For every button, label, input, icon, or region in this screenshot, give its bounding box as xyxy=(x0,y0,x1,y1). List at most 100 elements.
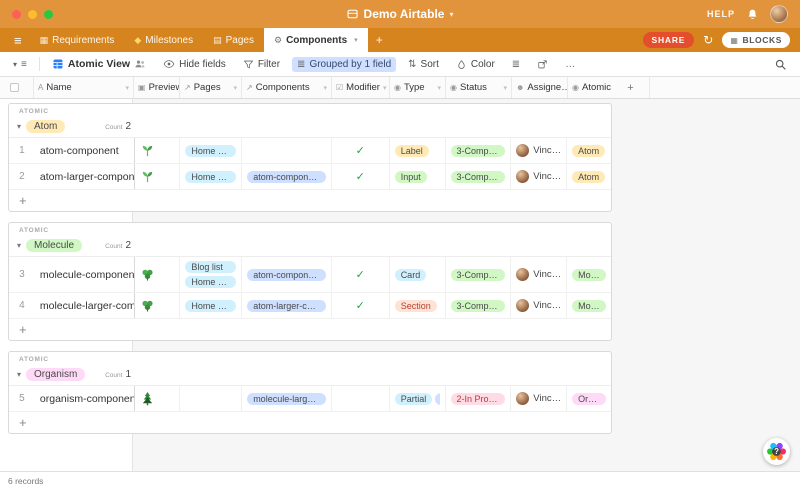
add-field-button[interactable]: + xyxy=(612,77,650,98)
share-view-button[interactable] xyxy=(532,57,553,72)
column-caret-icon[interactable]: ▾ xyxy=(233,84,237,92)
add-table-button[interactable]: + xyxy=(368,28,391,52)
name-cell[interactable]: atom-larger-component xyxy=(35,164,135,189)
components-cell[interactable]: atom-component xyxy=(242,164,332,189)
collapse-group-icon[interactable]: ▾ xyxy=(17,241,21,250)
tab-pages[interactable]: ▤ Pages xyxy=(203,28,264,52)
pages-cell[interactable]: Home Page xyxy=(180,164,243,189)
type-cell[interactable]: Partial Banner xyxy=(390,386,446,411)
column-caret-icon[interactable]: ▾ xyxy=(437,84,441,92)
add-record-button[interactable]: + xyxy=(9,319,611,340)
add-record-button[interactable]: + xyxy=(9,190,611,211)
table-row[interactable]: 2 atom-larger-component Home Page atom-c… xyxy=(9,164,611,190)
assignee-cell[interactable]: Vince M… xyxy=(511,293,568,318)
column-caret-icon[interactable]: ▾ xyxy=(503,84,507,92)
status-cell[interactable]: 3-Complete xyxy=(446,257,512,292)
select-all-checkbox[interactable] xyxy=(10,83,19,92)
pages-cell[interactable]: Home Page xyxy=(180,293,243,318)
zoom-window-button[interactable] xyxy=(44,9,53,19)
blocks-button[interactable]: ▦ BLOCKS xyxy=(722,32,790,48)
color-button[interactable]: Color xyxy=(451,57,500,72)
view-switcher[interactable]: Atomic View xyxy=(47,56,151,72)
group-button[interactable]: ≣ Grouped by 1 field xyxy=(292,56,397,72)
name-cell[interactable]: atom-component xyxy=(35,138,135,163)
column-caret-icon[interactable]: ▾ xyxy=(323,84,327,92)
type-cell[interactable]: Label xyxy=(390,138,446,163)
modifier-cell[interactable]: ✓ xyxy=(332,293,390,318)
more-options-button[interactable]: … xyxy=(560,57,580,72)
pages-cell[interactable] xyxy=(180,386,243,411)
view-sidebar-toggle[interactable]: ▾ ≡ xyxy=(8,57,32,72)
help-link[interactable]: HELP xyxy=(707,9,735,19)
preview-cell[interactable] xyxy=(135,293,181,318)
column-header-components[interactable]: ↗ Components ▾ xyxy=(242,77,332,98)
collapse-group-icon[interactable]: ▾ xyxy=(17,122,21,131)
collapse-group-icon[interactable]: ▾ xyxy=(17,370,21,379)
atomic-cell[interactable]: Atom xyxy=(567,138,611,163)
components-cell[interactable]: molecule-larger-component xyxy=(242,386,332,411)
close-window-button[interactable] xyxy=(12,9,21,19)
column-header-modifier[interactable]: ☑ Modifier ▾ xyxy=(332,77,390,98)
components-cell[interactable]: atom-component xyxy=(242,257,332,292)
hamburger-menu-icon[interactable]: ≡ xyxy=(6,28,30,52)
add-record-button[interactable]: + xyxy=(9,412,611,433)
sort-button[interactable]: ⇅ Sort xyxy=(403,57,444,72)
atomic-cell[interactable]: Molecule xyxy=(567,293,611,318)
tab-menu-caret-icon[interactable]: ▾ xyxy=(354,36,358,44)
user-avatar[interactable] xyxy=(770,5,788,23)
table-row[interactable]: 1 atom-component Home Page ✓ Label 3-Com… xyxy=(9,138,611,164)
assignee-cell[interactable]: Vince M… xyxy=(511,386,568,411)
help-flower-button[interactable]: ? xyxy=(763,438,790,465)
name-cell[interactable]: molecule-larger-component xyxy=(35,293,135,318)
status-cell[interactable]: 3-Complete xyxy=(446,293,512,318)
atomic-cell[interactable]: Molecule xyxy=(567,257,611,292)
pages-cell[interactable]: Home Page xyxy=(180,138,243,163)
table-row[interactable]: 5 organism-component molecule-larger-com… xyxy=(9,386,611,412)
tab-milestones[interactable]: ◆ Milestones xyxy=(124,28,203,52)
assignee-cell[interactable]: Vince M… xyxy=(511,138,568,163)
modifier-cell[interactable]: ✓ xyxy=(332,164,390,189)
column-header-assign[interactable]: ☻ Assigne… ▾ xyxy=(512,77,568,98)
name-cell[interactable]: molecule-component xyxy=(35,257,135,292)
column-header-status[interactable]: ◉ Status ▾ xyxy=(446,77,512,98)
table-row[interactable]: 4 molecule-larger-component Home Page at… xyxy=(9,293,611,319)
share-button[interactable]: SHARE xyxy=(642,32,695,48)
atomic-cell[interactable]: Organism xyxy=(567,386,611,411)
status-cell[interactable]: 3-Complete xyxy=(446,138,512,163)
column-header-pages[interactable]: ↗ Pages ▾ xyxy=(180,77,242,98)
status-cell[interactable]: 3-Complete xyxy=(446,164,512,189)
preview-cell[interactable] xyxy=(135,164,181,189)
name-cell[interactable]: organism-component xyxy=(35,386,135,411)
base-menu-caret-icon[interactable]: ▾ xyxy=(449,10,453,19)
tab-components[interactable]: ⚙ Components ▾ xyxy=(263,28,368,52)
preview-cell[interactable] xyxy=(135,386,181,411)
atomic-cell[interactable]: Atom xyxy=(567,164,611,189)
assignee-cell[interactable]: Vince M… xyxy=(511,164,568,189)
components-cell[interactable] xyxy=(242,138,332,163)
minimize-window-button[interactable] xyxy=(28,9,37,19)
preview-cell[interactable] xyxy=(135,257,181,292)
tab-requirements[interactable]: ▦ Requirements xyxy=(30,28,125,52)
assignee-cell[interactable]: Vince M… xyxy=(511,257,568,292)
modifier-cell[interactable] xyxy=(332,386,390,411)
modifier-cell[interactable]: ✓ xyxy=(332,138,390,163)
bell-icon[interactable] xyxy=(746,8,759,21)
filter-button[interactable]: Filter xyxy=(238,57,285,72)
pages-cell[interactable]: Blog list Home Page xyxy=(180,257,243,292)
column-header-name[interactable]: A Name ▾ xyxy=(34,77,134,98)
column-caret-icon[interactable]: ▾ xyxy=(125,84,129,92)
status-cell[interactable]: 2-In Progress xyxy=(446,386,512,411)
search-button[interactable] xyxy=(769,56,792,73)
modifier-cell[interactable]: ✓ xyxy=(332,257,390,292)
type-cell[interactable]: Card xyxy=(390,257,446,292)
table-row[interactable]: 3 molecule-component Blog list Home Page… xyxy=(9,257,611,293)
components-cell[interactable]: atom-larger-component xyxy=(242,293,332,318)
history-icon[interactable]: ↻ xyxy=(703,33,713,47)
type-cell[interactable]: Input xyxy=(390,164,446,189)
column-header-type[interactable]: ◉ Type ▾ xyxy=(390,77,446,98)
row-height-button[interactable]: ≣ xyxy=(507,57,525,72)
column-caret-icon[interactable]: ▾ xyxy=(383,84,387,92)
hide-fields-button[interactable]: Hide fields xyxy=(158,56,231,72)
preview-cell[interactable] xyxy=(135,138,181,163)
column-header-atomic[interactable]: ◉ Atomic ▾ xyxy=(568,77,612,98)
